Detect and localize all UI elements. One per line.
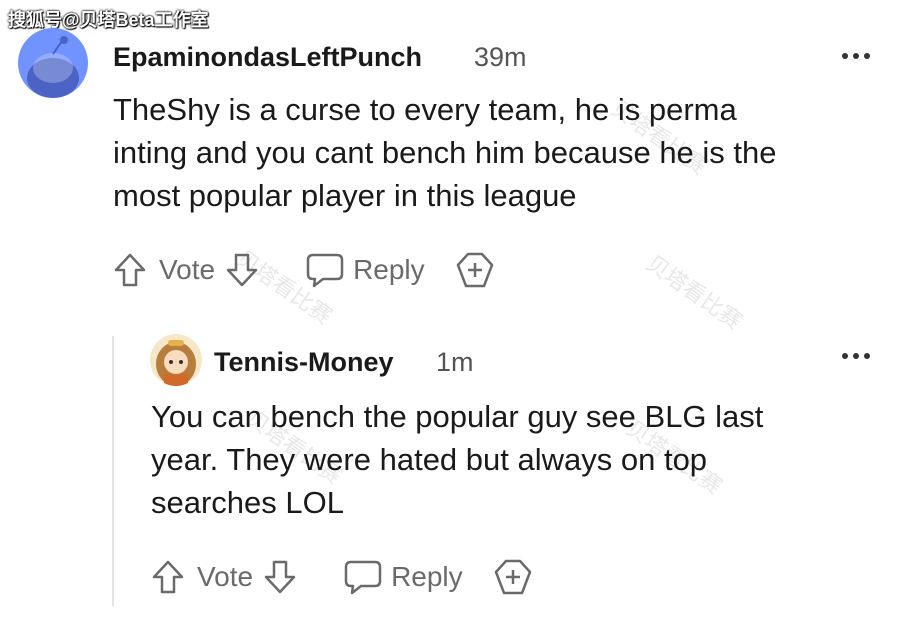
upvote-icon — [114, 253, 146, 287]
comment-timestamp: 1m — [436, 347, 474, 377]
comment-line: searches LOL — [151, 485, 344, 520]
comment-line: You can bench the popular guy see BLG la… — [151, 399, 764, 434]
reply-button[interactable]: Reply — [343, 558, 463, 596]
upvote-button[interactable] — [151, 559, 185, 595]
source-watermark: 搜狐号@贝塔Beta工作室 — [8, 10, 209, 30]
comment-line: TheShy is a curse to every team, he is p… — [113, 92, 737, 127]
vote-label: Vote — [159, 254, 216, 285]
downvote-icon — [264, 560, 296, 594]
more-options-icon[interactable] — [842, 53, 870, 59]
downvote-button[interactable] — [263, 559, 297, 595]
reply-bubble-icon — [306, 253, 344, 288]
reply-button[interactable]: Reply — [305, 251, 425, 289]
award-button[interactable] — [455, 250, 495, 290]
snoo-avatar-icon[interactable] — [18, 28, 88, 98]
comment-timestamp: 39m — [474, 42, 527, 72]
upvote-icon — [152, 560, 184, 594]
more-options-icon[interactable] — [842, 353, 870, 359]
award-plus-icon — [494, 559, 531, 595]
comment-actions: Vote Reply — [113, 250, 495, 290]
thread-line[interactable] — [112, 336, 114, 606]
comment-username[interactable]: EpaminondasLeftPunch — [113, 42, 422, 73]
reply-label: Reply — [391, 561, 463, 592]
background-watermark: 贝塔看比赛 — [641, 251, 746, 335]
comment-line: most popular player in this league — [113, 178, 577, 213]
upvote-button[interactable] — [113, 252, 147, 288]
reply-label: Reply — [353, 254, 425, 285]
award-button[interactable] — [493, 557, 533, 597]
comment-body: TheShy is a curse to every team, he is p… — [113, 88, 777, 217]
downvote-button[interactable] — [225, 252, 259, 288]
anime-avatar-icon[interactable] — [150, 334, 202, 386]
comment-body: You can bench the popular guy see BLG la… — [151, 395, 763, 524]
vote-label: Vote — [197, 561, 254, 592]
reply-bubble-icon — [344, 560, 382, 595]
comment-line: inting and you cant bench him because he… — [113, 135, 777, 170]
downvote-icon — [226, 253, 258, 287]
award-plus-icon — [456, 252, 493, 288]
comment-actions: Vote Reply — [151, 557, 533, 597]
comment-line: year. They were hated but always on top — [151, 442, 708, 477]
comment-username[interactable]: Tennis-Money — [214, 347, 394, 378]
